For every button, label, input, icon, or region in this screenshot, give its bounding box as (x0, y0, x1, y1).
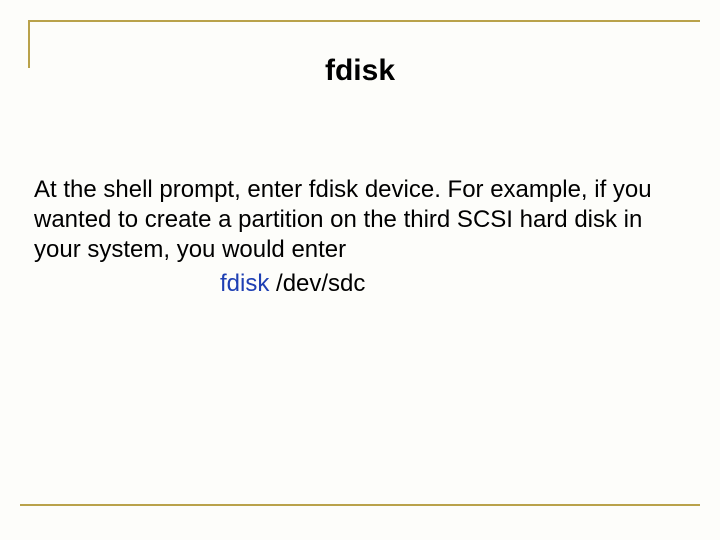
command-argument: /dev/sdc (269, 270, 365, 297)
body-text: At the shell prompt, enter fdisk device.… (34, 176, 652, 263)
command-line: fdisk /dev/sdc (34, 269, 686, 299)
slide: fdisk At the shell prompt, enter fdisk d… (0, 0, 720, 540)
slide-title: fdisk (0, 54, 720, 88)
bottom-border-rule (20, 504, 700, 506)
top-border-rule (28, 20, 700, 22)
slide-body: At the shell prompt, enter fdisk device.… (34, 175, 686, 299)
command-name: fdisk (220, 270, 269, 297)
